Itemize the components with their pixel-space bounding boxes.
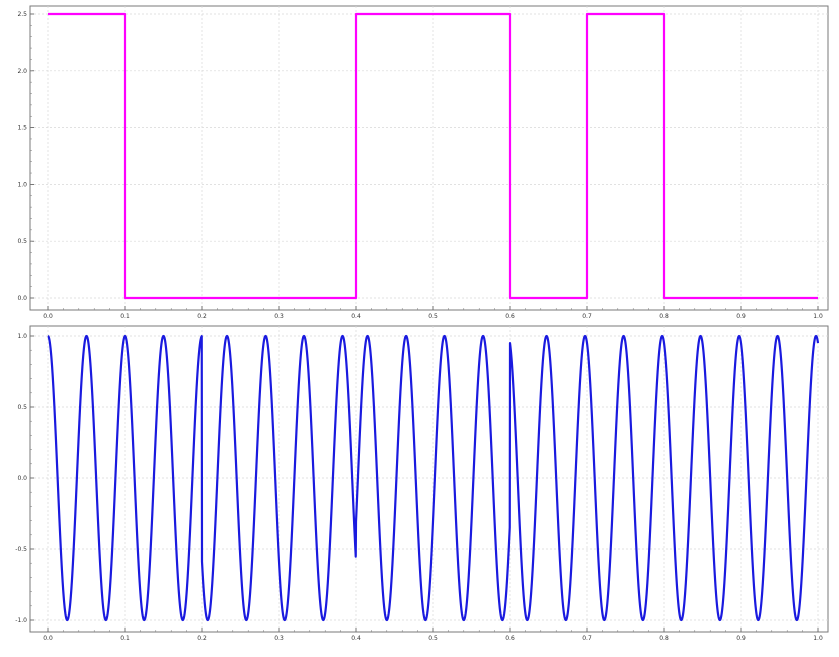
chart-canvas: 0.0 0.1 0.2 0.3 0.4 0.5 0.6 0.7 0.8 0.9 1.0 0.0 0.5 1… — [0, 0, 839, 653]
x-tick-label: 0.1 — [120, 635, 130, 642]
x-tick-label: 0.8 — [659, 313, 669, 320]
x-tick-label: 0.6 — [505, 313, 515, 320]
chart-panel-1: 0.0 0.1 0.2 0.3 0.4 0.5 0.6 0.7 0.8 0.9 1.0 0.0 0.5 1… — [17, 5, 829, 320]
y-tick-label: 1.0 — [17, 333, 27, 340]
x-tick-label: 0.5 — [428, 313, 438, 320]
x-tick-label: 0.8 — [659, 635, 669, 642]
y-tick-label: 0.5 — [17, 404, 27, 411]
x-tick-label: 0.4 — [351, 313, 361, 320]
x-tick-label: 0.9 — [736, 635, 746, 642]
y-tick-label: 0.0 — [17, 295, 27, 302]
x-tick-label: 0.3 — [274, 313, 284, 320]
x-tick-label: 0.7 — [582, 635, 592, 642]
x-tick-label: 0.9 — [736, 313, 746, 320]
x-tick-label: 0.4 — [351, 635, 361, 642]
x-tick-label: 0.5 — [428, 635, 438, 642]
x-tick-label: 1.0 — [813, 313, 823, 320]
y-tick-label: 2.5 — [17, 11, 27, 18]
x-tick-label: 0.2 — [197, 635, 207, 642]
x-tick-label: 0.2 — [197, 313, 207, 320]
y-tick-label: 2.0 — [17, 68, 27, 75]
x-tick-label: 0.1 — [120, 313, 130, 320]
x-tick-label: 0.7 — [582, 313, 592, 320]
y-tick-label: 0.0 — [17, 475, 27, 482]
chart-panel-2: 0.0 0.1 0.2 0.3 0.4 0.5 0.6 0.7 0.8 0.9 1.0 -1.0 -0.… — [15, 325, 829, 642]
y-tick-label: 1.0 — [17, 181, 27, 188]
y-tick-label: 1.5 — [17, 125, 27, 132]
chart-svg: 0.0 0.1 0.2 0.3 0.4 0.5 0.6 0.7 0.8 0.9 1.0 0.0 0.5 1… — [15, 5, 829, 642]
x-tick-label: 0.0 — [43, 635, 53, 642]
x-tick-label: 0.3 — [274, 635, 284, 642]
y-tick-label: 0.5 — [17, 238, 27, 245]
plot-frame — [29, 5, 829, 311]
x-tick-label: 1.0 — [813, 635, 823, 642]
y-tick-label: -0.5 — [15, 546, 27, 553]
x-tick-label: 0.6 — [505, 635, 515, 642]
x-tick-label: 0.0 — [43, 313, 53, 320]
y-tick-label: -1.0 — [15, 617, 27, 624]
